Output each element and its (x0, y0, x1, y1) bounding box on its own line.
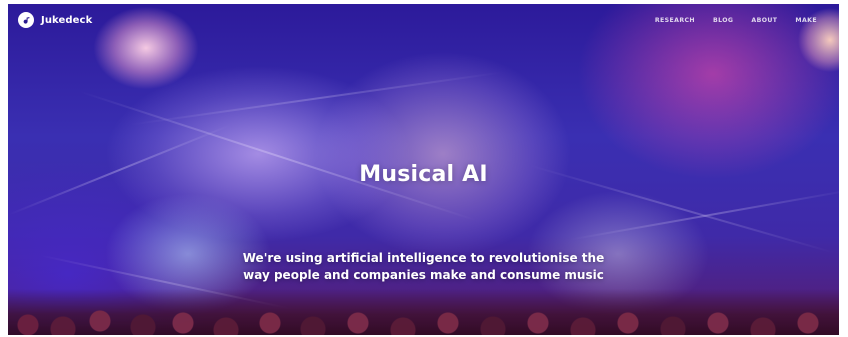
tagline-line-2: way people and companies make and consum… (243, 268, 604, 282)
nav-research[interactable]: RESEARCH (655, 17, 695, 24)
hero-section: Jukedeck RESEARCH BLOG ABOUT MAKE Musica… (8, 4, 839, 335)
page: Jukedeck RESEARCH BLOG ABOUT MAKE Musica… (0, 0, 848, 337)
hero-title: Musical AI (359, 162, 488, 187)
nav-make[interactable]: MAKE (795, 17, 817, 24)
brand-logo[interactable]: Jukedeck (18, 12, 92, 28)
crowd-silhouette (8, 289, 839, 335)
jukedeck-logo-icon (18, 12, 34, 28)
brand-name: Jukedeck (41, 14, 93, 26)
nav-blog[interactable]: BLOG (713, 17, 733, 24)
tagline-line-1: We're using artificial intelligence to r… (242, 251, 605, 265)
nav-links: RESEARCH BLOG ABOUT MAKE (655, 17, 817, 24)
top-navigation: Jukedeck RESEARCH BLOG ABOUT MAKE (8, 4, 839, 38)
hero-tagline: We're using artificial intelligence to r… (8, 250, 839, 284)
nav-about[interactable]: ABOUT (751, 17, 777, 24)
music-note-icon (23, 16, 30, 24)
